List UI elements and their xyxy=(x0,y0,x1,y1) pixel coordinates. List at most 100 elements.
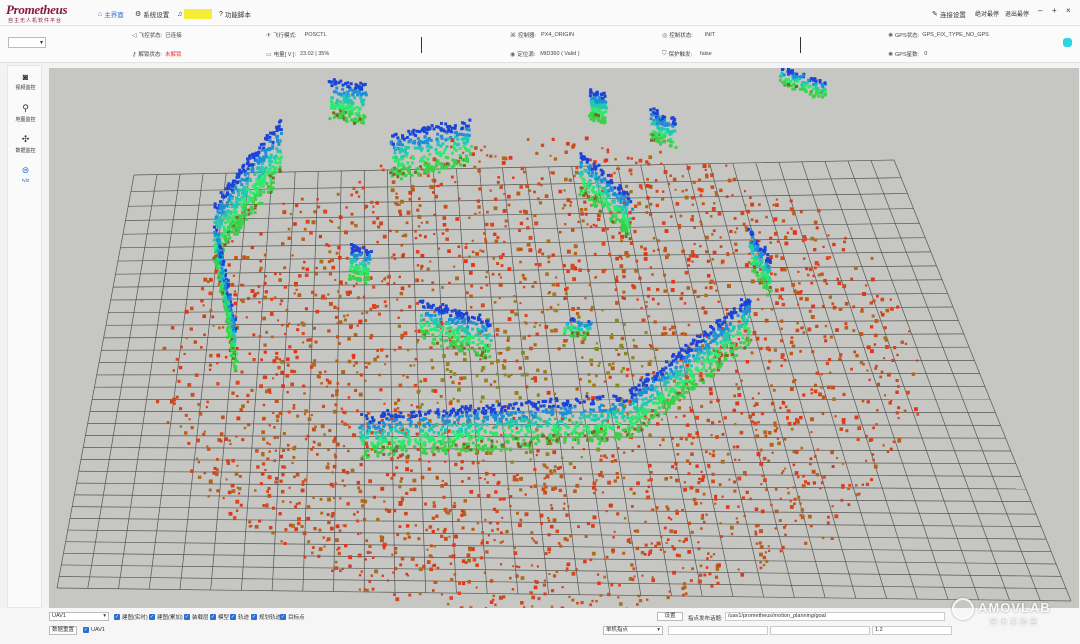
cloud-point xyxy=(688,462,692,465)
cloud-point xyxy=(651,576,654,579)
cloud-point xyxy=(533,411,537,415)
cloud-point xyxy=(810,315,815,319)
cloud-point xyxy=(629,434,633,438)
cloud-point xyxy=(381,280,384,283)
cloud-point xyxy=(630,157,633,160)
cloud-point xyxy=(519,488,523,492)
minimize-icon[interactable]: – xyxy=(1038,6,1042,15)
cloud-point xyxy=(405,460,409,464)
cloud-point xyxy=(468,255,471,258)
cloud-point xyxy=(495,327,500,332)
menu-notice[interactable]: ♫ 提示信息 xyxy=(177,9,213,19)
absolute-stop-button[interactable]: 绝对最停 xyxy=(975,9,999,18)
cloud-point xyxy=(723,320,727,324)
cloud-point xyxy=(529,591,533,595)
cloud-point xyxy=(643,247,647,251)
cloud-point xyxy=(462,442,466,446)
cloud-point xyxy=(395,597,400,602)
cloud-point xyxy=(436,528,440,531)
exit-stop-button[interactable]: 退出最停 xyxy=(1005,9,1029,18)
cloud-point xyxy=(236,180,240,184)
cloud-point xyxy=(587,269,590,273)
cloud-point xyxy=(432,157,437,162)
cloud-point xyxy=(447,249,451,253)
cloud-point xyxy=(444,452,448,456)
cloud-point xyxy=(571,414,575,418)
point-cloud-scene[interactable] xyxy=(49,68,1079,608)
cloud-point xyxy=(697,541,700,544)
cloud-point xyxy=(401,415,405,419)
menu-settings[interactable]: ⚙ 系统设置 xyxy=(135,9,169,20)
cloud-point xyxy=(733,480,737,484)
cloud-point xyxy=(665,505,669,509)
sidebar-item-video[interactable]: ◙ 视频监控 xyxy=(8,72,43,91)
cloud-point xyxy=(241,283,245,287)
maximize-icon[interactable]: + xyxy=(1052,6,1057,15)
cloud-point xyxy=(735,401,740,406)
cloud-point xyxy=(513,551,518,556)
cloud-point xyxy=(620,402,624,406)
cloud-point xyxy=(263,375,268,379)
cloud-point xyxy=(599,424,603,428)
cloud-point xyxy=(656,396,660,400)
cloud-point xyxy=(770,307,774,311)
cloud-point xyxy=(680,332,683,336)
cloud-point xyxy=(611,425,615,429)
close-icon[interactable]: × xyxy=(1066,6,1071,15)
cloud-point xyxy=(667,393,671,397)
cloud-point xyxy=(469,404,473,408)
connection-settings-button[interactable]: ✎ 连接设置 xyxy=(932,9,966,20)
cloud-point xyxy=(734,346,738,350)
cloud-point xyxy=(382,543,386,548)
cloud-point xyxy=(505,411,509,415)
cloud-point xyxy=(832,305,837,310)
cloud-point xyxy=(321,294,326,299)
cloud-point xyxy=(426,560,431,564)
cloud-point xyxy=(318,547,323,552)
cloud-point xyxy=(419,380,423,383)
cloud-point xyxy=(189,327,193,331)
cloud-point xyxy=(866,400,870,404)
cloud-point xyxy=(521,350,525,355)
cloud-point xyxy=(264,468,267,472)
sidebar-item-label: 视频监控 xyxy=(15,85,36,91)
cloud-point xyxy=(681,508,684,512)
sidebar-item-map[interactable]: ⚲ 地图监控 xyxy=(8,103,43,123)
cloud-point xyxy=(423,378,428,382)
cloud-point xyxy=(773,348,777,352)
cloud-point xyxy=(411,184,415,188)
sidebar-item-data[interactable]: ✣ 数据监控 xyxy=(8,134,43,154)
cloud-point xyxy=(429,567,433,572)
menu-main[interactable]: ⌂ 主界面 xyxy=(98,9,124,20)
cloud-point xyxy=(685,459,690,463)
cloud-point xyxy=(649,202,653,206)
cloud-point xyxy=(844,301,849,306)
cloud-point xyxy=(619,264,624,268)
rviz-viewport[interactable] xyxy=(49,68,1079,608)
cloud-point xyxy=(659,444,662,447)
connection-indicator[interactable] xyxy=(1063,38,1072,47)
cloud-point xyxy=(303,555,307,559)
menu-scripts[interactable]: ? 功能脚本 xyxy=(219,9,251,20)
cloud-point xyxy=(663,331,668,336)
cloud-point xyxy=(606,150,610,154)
sidebar-item-rviz[interactable]: ⊜ rviz xyxy=(8,165,43,184)
cloud-point xyxy=(681,175,684,178)
cloud-point xyxy=(414,229,417,233)
cloud-point xyxy=(367,361,371,365)
cloud-point xyxy=(376,240,379,244)
cloud-point xyxy=(489,360,494,365)
cloud-point xyxy=(748,330,752,334)
cloud-point xyxy=(382,546,386,550)
cloud-point xyxy=(286,390,289,394)
cloud-point xyxy=(223,221,227,225)
cloud-point xyxy=(653,409,657,413)
grid-line xyxy=(99,360,975,364)
uav-combo[interactable]: ▾ xyxy=(8,37,46,48)
cloud-point xyxy=(701,339,705,343)
cloud-point xyxy=(212,225,216,229)
cloud-point xyxy=(338,342,342,345)
cloud-point xyxy=(271,181,275,185)
cloud-point xyxy=(478,211,481,214)
cloud-point xyxy=(765,559,769,563)
